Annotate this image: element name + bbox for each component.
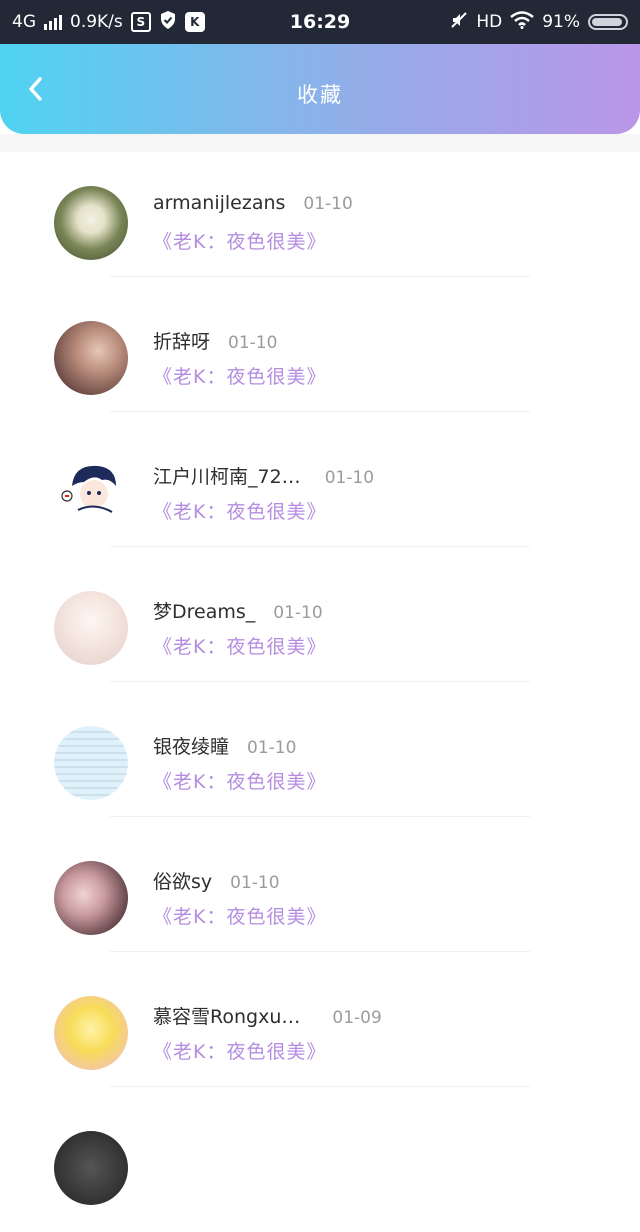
list-item[interactable] xyxy=(0,1097,640,1232)
item-date: 01-10 xyxy=(230,873,280,893)
item-header: 俗欲sy 01-10 xyxy=(153,867,280,894)
list-item[interactable]: armanijlezans 01-10 《老K：夜色很美》 xyxy=(0,152,640,287)
item-header: 梦Dreams_ 01-10 xyxy=(153,597,323,624)
collection-title[interactable]: 《老K：夜色很美》 xyxy=(153,632,326,659)
list-item[interactable]: 银夜绫瞳 01-10 《老K：夜色很美》 xyxy=(0,692,640,827)
avatar[interactable] xyxy=(54,1131,128,1205)
k-app-icon: K xyxy=(184,12,205,32)
user-name[interactable]: 慕容雪Rongxu… xyxy=(153,1002,300,1029)
item-date: 01-10 xyxy=(247,738,297,758)
cartoon-avatar-image xyxy=(61,465,116,513)
page-title: 收藏 xyxy=(297,83,343,107)
user-name[interactable]: 江户川柯南_72… xyxy=(153,462,301,489)
divider xyxy=(110,1086,530,1087)
divider xyxy=(110,546,530,547)
shield-icon xyxy=(159,10,177,35)
header: 收藏 xyxy=(0,44,640,134)
list-item[interactable]: 慕容雪Rongxu… 01-09 《老K：夜色很美》 xyxy=(0,962,640,1097)
avatar[interactable] xyxy=(54,321,128,395)
item-header: 江户川柯南_72… 01-10 xyxy=(153,462,374,489)
favorites-list: armanijlezans 01-10 《老K：夜色很美》 折辞呀 01-10 … xyxy=(0,152,640,1232)
avatar[interactable] xyxy=(54,186,128,260)
wifi-icon xyxy=(510,10,534,34)
list-item[interactable]: 梦Dreams_ 01-10 《老K：夜色很美》 xyxy=(0,557,640,692)
collection-title[interactable]: 《老K：夜色很美》 xyxy=(153,362,326,389)
network-type: 4G xyxy=(12,12,36,32)
item-header: 慕容雪Rongxu… 01-09 xyxy=(153,1002,382,1029)
avatar[interactable] xyxy=(54,726,128,800)
battery-percent: 91% xyxy=(542,12,580,32)
user-name[interactable]: 折辞呀 xyxy=(153,327,210,354)
list-item[interactable]: 江户川柯南_72… 01-10 《老K：夜色很美》 xyxy=(0,422,640,557)
item-date: 01-10 xyxy=(273,603,323,623)
item-header: 银夜绫瞳 01-10 xyxy=(153,732,296,759)
status-bar: 4G 0.9K/s S K 16:29 HD 91% xyxy=(0,0,640,44)
list-item[interactable]: 俗欲sy 01-10 《老K：夜色很美》 xyxy=(0,827,640,962)
avatar[interactable] xyxy=(54,591,128,665)
item-date: 01-10 xyxy=(324,468,375,488)
divider xyxy=(110,681,530,682)
user-name[interactable]: 银夜绫瞳 xyxy=(153,732,229,759)
status-right: HD 91% xyxy=(450,10,628,34)
collection-title[interactable]: 《老K：夜色很美》 xyxy=(153,1037,326,1064)
s-app-icon: S xyxy=(130,12,151,32)
status-left: 4G 0.9K/s S K xyxy=(12,10,205,35)
battery-icon xyxy=(588,14,628,30)
collection-title[interactable]: 《老K：夜色很美》 xyxy=(153,497,326,524)
user-name[interactable]: 俗欲sy xyxy=(153,867,212,894)
item-date: 01-09 xyxy=(332,1008,382,1028)
divider xyxy=(110,276,530,277)
divider xyxy=(110,951,530,952)
collection-title[interactable]: 《老K：夜色很美》 xyxy=(153,767,326,794)
divider xyxy=(110,411,530,412)
user-name[interactable]: armanijlezans xyxy=(153,192,285,214)
item-header: 折辞呀 01-10 xyxy=(153,327,277,354)
network-speed: 0.9K/s xyxy=(70,12,123,32)
avatar[interactable] xyxy=(54,456,128,530)
collection-title[interactable]: 《老K：夜色很美》 xyxy=(153,227,326,254)
divider xyxy=(110,816,530,817)
item-header: armanijlezans 01-10 xyxy=(153,192,353,214)
hd-label: HD xyxy=(476,12,503,32)
mute-icon xyxy=(450,11,468,34)
section-gap xyxy=(0,134,640,152)
avatar[interactable] xyxy=(54,996,128,1070)
item-date: 01-10 xyxy=(228,333,278,353)
user-name[interactable]: 梦Dreams_ xyxy=(153,597,255,624)
avatar[interactable] xyxy=(54,861,128,935)
collection-title[interactable]: 《老K：夜色很美》 xyxy=(153,902,326,929)
signal-icon xyxy=(44,14,62,30)
item-date: 01-10 xyxy=(303,194,353,214)
list-item[interactable]: 折辞呀 01-10 《老K：夜色很美》 xyxy=(0,287,640,422)
